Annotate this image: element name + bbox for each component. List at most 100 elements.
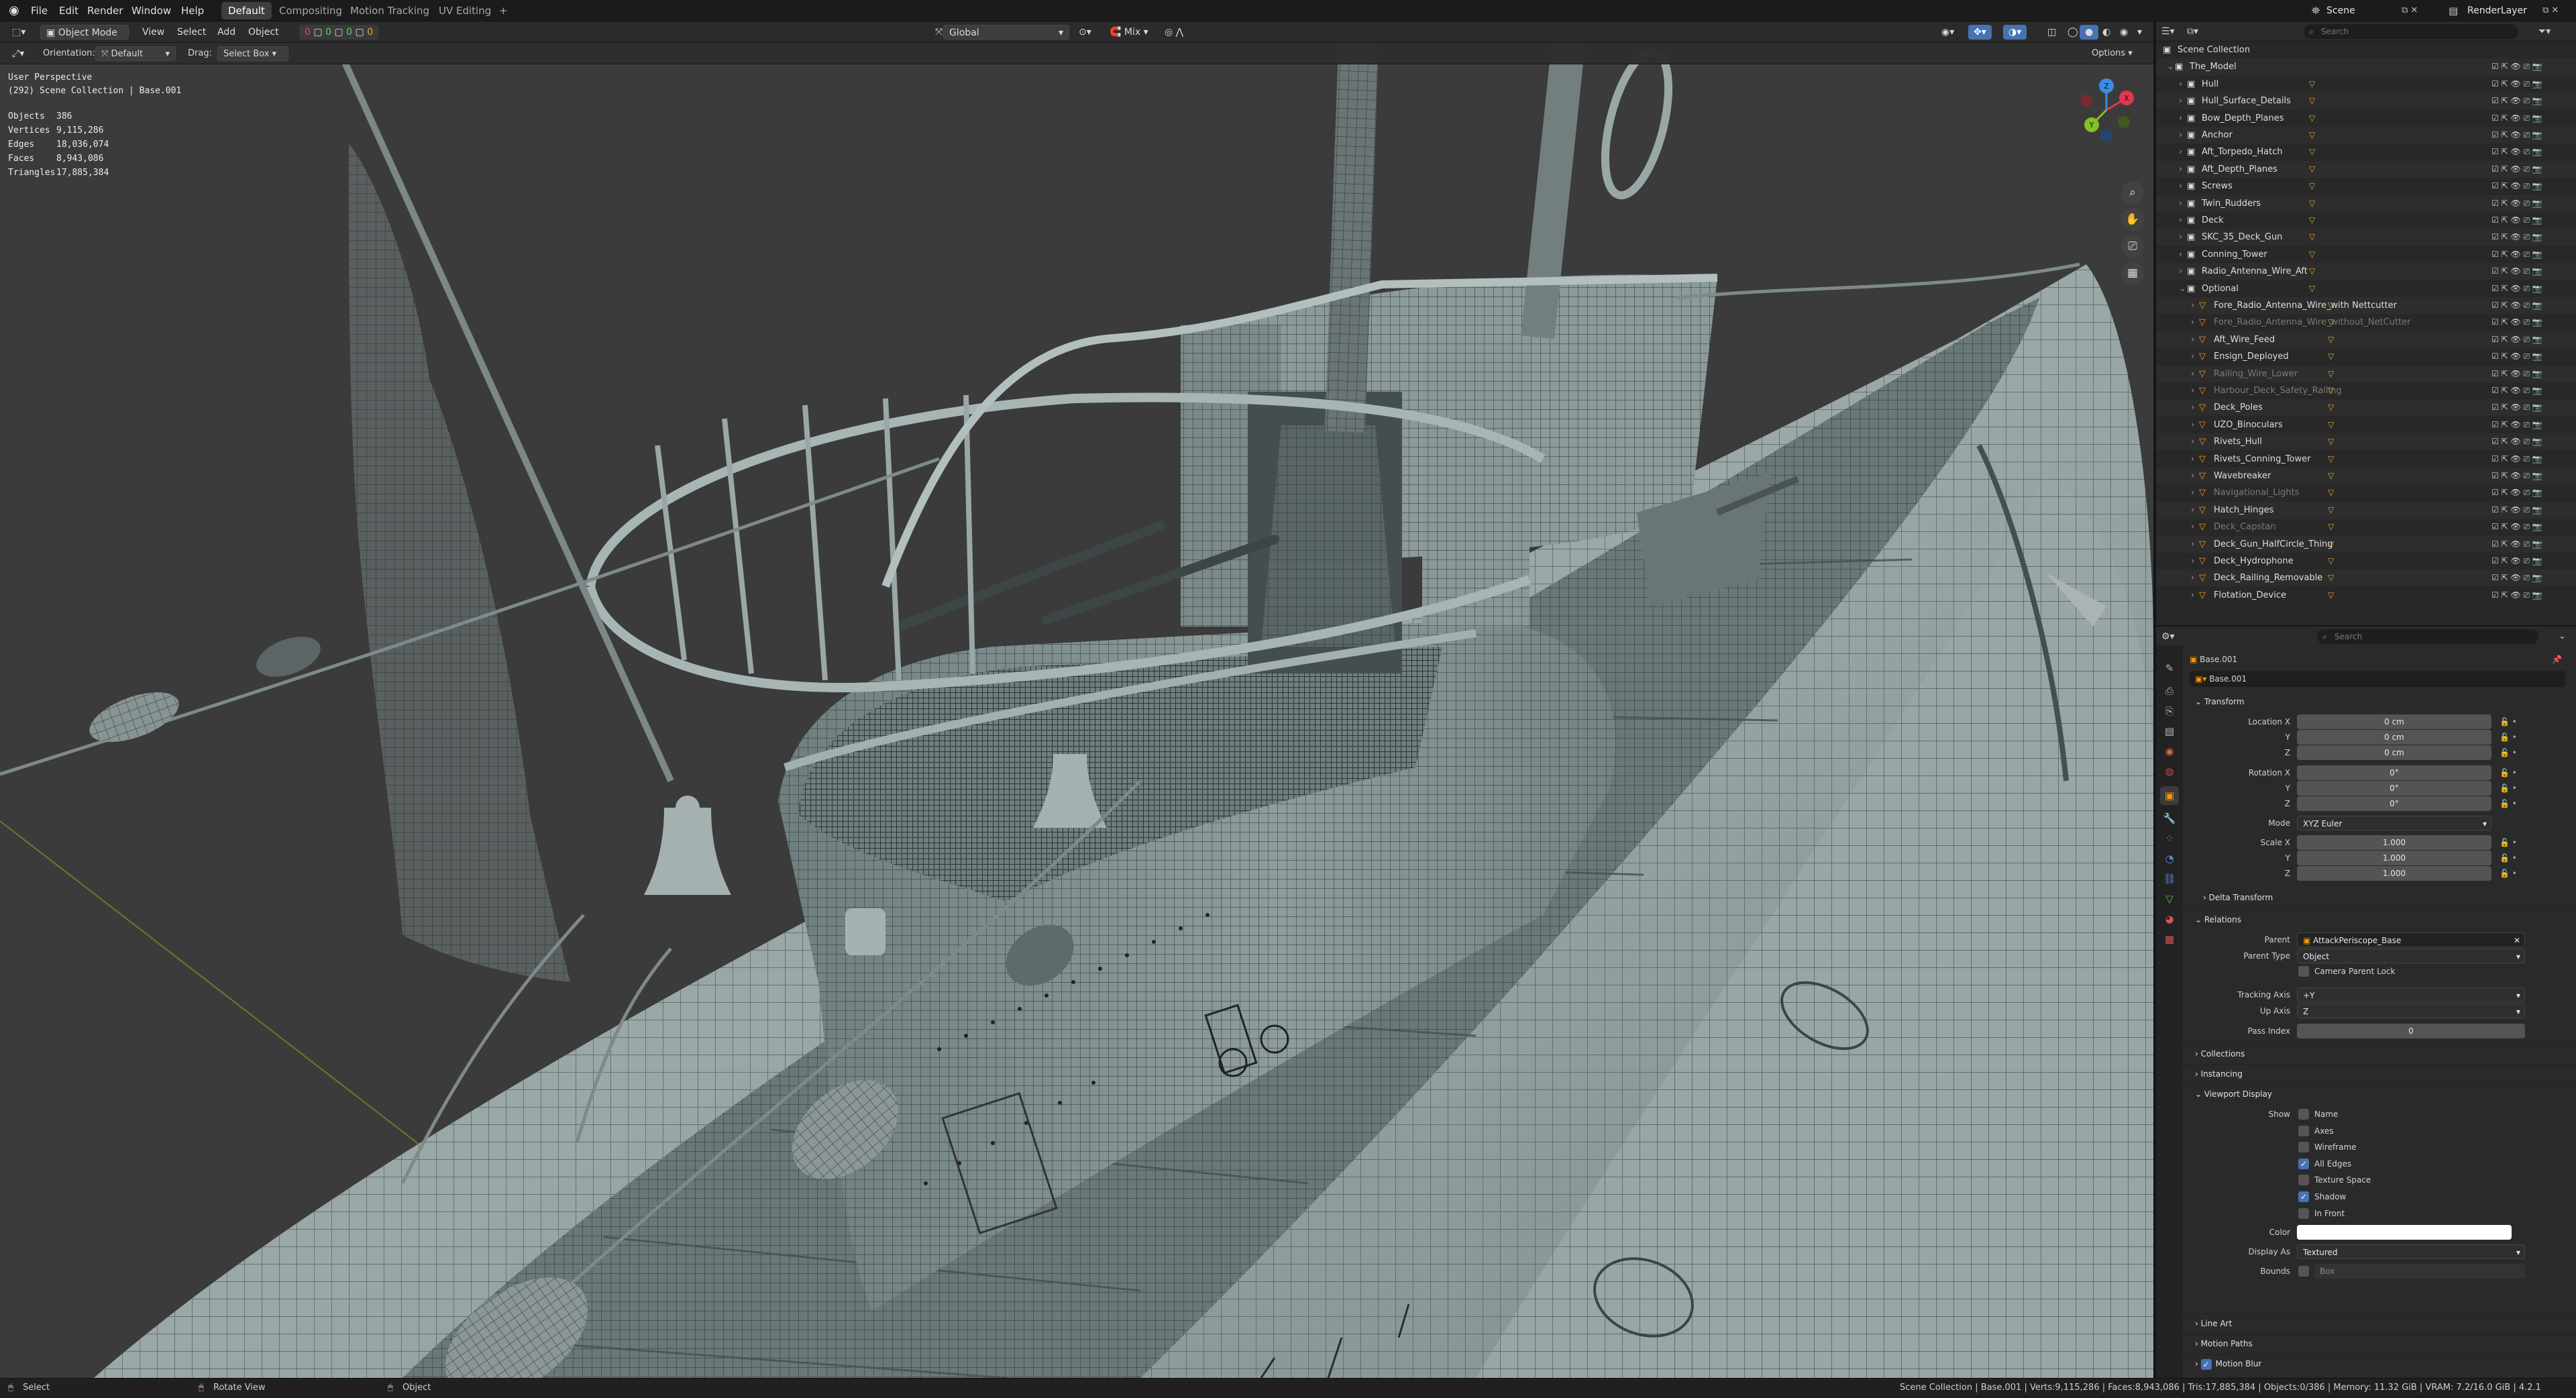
navigation-gizmo[interactable]: X Y Z — [2066, 70, 2147, 150]
motion-paths-panel-header[interactable]: › Motion Paths — [2183, 1334, 2576, 1352]
workspace-tab-compositing[interactable]: Compositing — [272, 2, 349, 19]
drag-dropdown[interactable]: Select Box ▾ — [217, 46, 288, 61]
restriction-toggles[interactable]: ☑ ⇱ 👁 ⎚ 📷 — [2491, 468, 2542, 484]
location-lock-icons[interactable]: 🔓 • 🔓 • 🔓 • — [2500, 714, 2540, 761]
outliner-row-item[interactable]: › ▽ Rivets_Hull ▽ ☑ ⇱ 👁 ⎚ 📷 — [2156, 433, 2576, 451]
outliner-row-item[interactable]: › ▽ Flotation_Device ▽ ☑ ⇱ 👁 ⎚ 📷 — [2156, 587, 2576, 604]
collapse-chevron-icon[interactable]: › — [2179, 161, 2182, 178]
outliner-row-item[interactable]: › ▽ Deck_Gun_HalfCircle_Thing ▽ ☑ ⇱ 👁 ⎚ 📷 — [2156, 535, 2576, 553]
snap-dropdown[interactable]: 🧲 Mix ▾ — [1104, 25, 1154, 40]
restriction-toggles[interactable]: ☑ ⇱ 👁 ⎚ 📷 — [2491, 127, 2542, 144]
outliner-row-item[interactable]: ⌄ ▣ Optional ▽ ☑ ⇱ 👁 ⎚ 📷 — [2156, 280, 2576, 297]
show-option-checkbox[interactable]: ✓ — [2298, 1158, 2309, 1169]
data-tab-icon[interactable]: ▽ — [2160, 890, 2179, 908]
outliner-row-item[interactable]: › ▣ Radio_Antenna_Wire_Aft ▽ ☑ ⇱ 👁 ⎚ 📷 — [2156, 263, 2576, 280]
restriction-toggles[interactable]: ☑ ⇱ 👁 ⎚ 📷 — [2491, 212, 2542, 229]
restriction-toggles[interactable]: ☑ ⇱ 👁 ⎚ 📷 — [2491, 399, 2542, 416]
mode-selector[interactable]: ▣ Object Mode ▾ — [40, 25, 129, 53]
menu-window[interactable]: Window — [131, 0, 171, 21]
outliner-row-item[interactable]: › ▽ Deck_Poles ▽ ☑ ⇱ 👁 ⎚ 📷 — [2156, 399, 2576, 417]
show-option-checkbox[interactable] — [2298, 1207, 2309, 1219]
world-tab-icon[interactable]: ◍ — [2160, 762, 2179, 781]
restriction-toggles[interactable]: ☑ ⇱ 👁 ⎚ 📷 — [2491, 587, 2542, 604]
select-menu[interactable]: Select — [172, 25, 211, 40]
outliner-row-item[interactable]: › ▽ Rivets_Conning_Tower ▽ ☑ ⇱ 👁 ⎚ 📷 — [2156, 451, 2576, 468]
overlays-toggle[interactable]: ◑▾ — [2003, 25, 2027, 40]
show-option-checkbox[interactable] — [2298, 1142, 2309, 1153]
view-menu[interactable]: View — [137, 25, 170, 40]
restriction-toggles[interactable]: ☑ ⇱ 👁 ⎚ 📷 — [2491, 178, 2542, 195]
options-dropdown[interactable]: Options ▾ — [2086, 46, 2138, 61]
object-name-field[interactable]: ▣▾ Base.001 — [2190, 671, 2565, 687]
parent-field[interactable]: ▣ AttackPeriscope_Base ✕ — [2297, 932, 2525, 947]
up-axis-dropdown[interactable]: Z ▾ — [2297, 1004, 2525, 1018]
scene-selector[interactable]: Scene — [2326, 3, 2400, 19]
collapse-chevron-icon[interactable]: › — [2179, 246, 2182, 263]
outliner-row-item[interactable]: › ▽ Aft_Wire_Feed ▽ ☑ ⇱ 👁 ⎚ 📷 — [2156, 331, 2576, 348]
restriction-toggles[interactable]: ☑ ⇱ 👁 ⎚ 📷 — [2491, 161, 2542, 178]
expand-chevron-icon[interactable]: ⌄ — [2179, 280, 2186, 297]
3d-viewport[interactable]: User Perspective (292) Scene Collection … — [0, 43, 2153, 1378]
viewport-display-panel-header[interactable]: ⌄ Viewport Display — [2183, 1084, 2576, 1103]
collapse-chevron-icon[interactable]: › — [2191, 502, 2194, 519]
rotation-x-field[interactable]: 0° — [2297, 765, 2491, 780]
restriction-toggles[interactable]: ☑ ⇱ 👁 ⎚ 📷 — [2491, 195, 2542, 212]
relations-panel-header[interactable]: ⌄ Relations — [2183, 910, 2576, 928]
outliner-row-item[interactable]: › ▽ Deck_Capstan ▽ ☑ ⇱ 👁 ⎚ 📷 — [2156, 519, 2576, 535]
collapse-chevron-icon[interactable]: › — [2179, 263, 2182, 280]
outliner-row-item[interactable]: › ▽ UZO_Binoculars ▽ ☑ ⇱ 👁 ⎚ 📷 — [2156, 417, 2576, 433]
add-workspace-button[interactable]: + — [492, 2, 515, 19]
collapse-chevron-icon[interactable]: › — [2179, 93, 2182, 109]
scale-y-field[interactable]: 1.000 — [2297, 851, 2491, 865]
workspace-tab-motion-tracking[interactable]: Motion Tracking — [343, 2, 436, 19]
collapse-chevron-icon[interactable]: › — [2191, 570, 2194, 586]
rotation-z-field[interactable]: 0° — [2297, 796, 2491, 811]
collapse-chevron-icon[interactable]: › — [2179, 127, 2182, 144]
texture-tab-icon[interactable]: ▦ — [2160, 930, 2179, 949]
collapse-chevron-icon[interactable]: › — [2179, 76, 2182, 93]
viewport-visibility-dropdown[interactable]: ◉▾ — [1936, 25, 1960, 40]
show-option-checkbox[interactable] — [2298, 1109, 2309, 1120]
outliner-row-item[interactable]: › ▣ Hull_Surface_Details ▽ ☑ ⇱ 👁 ⎚ 📷 — [2156, 93, 2576, 110]
scene-tab-icon[interactable]: ◉ — [2160, 742, 2179, 761]
collapse-chevron-icon[interactable]: › — [2191, 348, 2194, 365]
restriction-toggles[interactable]: ☑ ⇱ 👁 ⎚ 📷 — [2491, 76, 2542, 93]
collapse-chevron-icon[interactable]: › — [2191, 382, 2194, 399]
filter-icon[interactable]: ⏷▾ — [2538, 24, 2565, 39]
outliner-row-item[interactable]: › ▣ SKC_35_Deck_Gun ▽ ☑ ⇱ 👁 ⎚ 📷 — [2156, 229, 2576, 246]
material-preview-button[interactable]: ◐ — [2097, 25, 2116, 40]
collapse-chevron-icon[interactable]: › — [2191, 297, 2194, 314]
outliner-row-item[interactable]: › ▽ Wavebreaker ▽ ☑ ⇱ 👁 ⎚ 📷 — [2156, 468, 2576, 484]
outliner-row-item[interactable]: › ▣ Anchor ▽ ☑ ⇱ 👁 ⎚ 📷 — [2156, 127, 2576, 144]
pan-hand-icon[interactable]: ✋ — [2121, 208, 2144, 231]
outliner-row-item[interactable]: › ▽ Deck_Railing_Removable ▽ ☑ ⇱ 👁 ⎚ 📷 — [2156, 570, 2576, 587]
restriction-toggles[interactable]: ☑ ⇱ 👁 ⎚ 📷 — [2491, 331, 2542, 348]
solid-shading-button[interactable]: ● — [2080, 25, 2099, 40]
location-y-field[interactable]: 0 cm — [2297, 730, 2491, 745]
outliner-row-item[interactable]: › ▣ Bow_Depth_Planes ▽ ☑ ⇱ 👁 ⎚ 📷 — [2156, 110, 2576, 127]
collapse-chevron-icon[interactable]: › — [2191, 587, 2194, 604]
restriction-toggles[interactable]: ☑ ⇱ 👁 ⎚ 📷 — [2491, 433, 2542, 450]
pin-icon[interactable]: 📌 — [2552, 652, 2562, 667]
rotation-y-field[interactable]: 0° — [2297, 781, 2491, 796]
collapse-chevron-icon[interactable]: › — [2191, 433, 2194, 450]
outliner-row-item[interactable]: › ▽ Hatch_Hinges ▽ ☑ ⇱ 👁 ⎚ 📷 — [2156, 501, 2576, 519]
menu-edit[interactable]: Edit — [59, 0, 78, 21]
gizmo-toggle[interactable]: ✥▾ — [1968, 25, 1992, 40]
outliner-row-item[interactable]: › ▣ Screws ▽ ☑ ⇱ 👁 ⎚ 📷 — [2156, 178, 2576, 195]
editor-type-button[interactable]: ⬚▾ — [7, 25, 31, 40]
expand-chevron-icon[interactable]: ⌄ — [2167, 58, 2174, 75]
properties-editor-type-icon[interactable]: ⚙▾ — [2161, 629, 2184, 644]
constraints-tab-icon[interactable]: ⛓ — [2160, 869, 2179, 888]
collapse-chevron-icon[interactable]: › — [2179, 110, 2182, 127]
collapse-chevron-icon[interactable]: › — [2191, 314, 2194, 331]
menu-help[interactable]: Help — [181, 0, 204, 21]
display-as-dropdown[interactable]: Textured ▾ — [2297, 1244, 2525, 1259]
outliner-row-item[interactable]: › ▽ Deck_Hydrophone ▽ ☑ ⇱ 👁 ⎚ 📷 — [2156, 553, 2576, 570]
shading-options-dropdown[interactable]: ▾ — [2132, 25, 2147, 40]
outliner-row-item[interactable]: › ▣ Conning_Tower ▽ ☑ ⇱ 👁 ⎚ 📷 — [2156, 246, 2576, 263]
outliner-row-item[interactable]: › ▣ Hull ▽ ☑ ⇱ 👁 ⎚ 📷 — [2156, 76, 2576, 93]
outliner-row-item[interactable]: › ▽ Railing_Wire_Lower ▽ ☑ ⇱ 👁 ⎚ 📷 — [2156, 365, 2576, 382]
restriction-toggles[interactable]: ☑ ⇱ 👁 ⎚ 📷 — [2491, 58, 2542, 75]
restriction-toggles[interactable]: ☑ ⇱ 👁 ⎚ 📷 — [2491, 366, 2542, 382]
